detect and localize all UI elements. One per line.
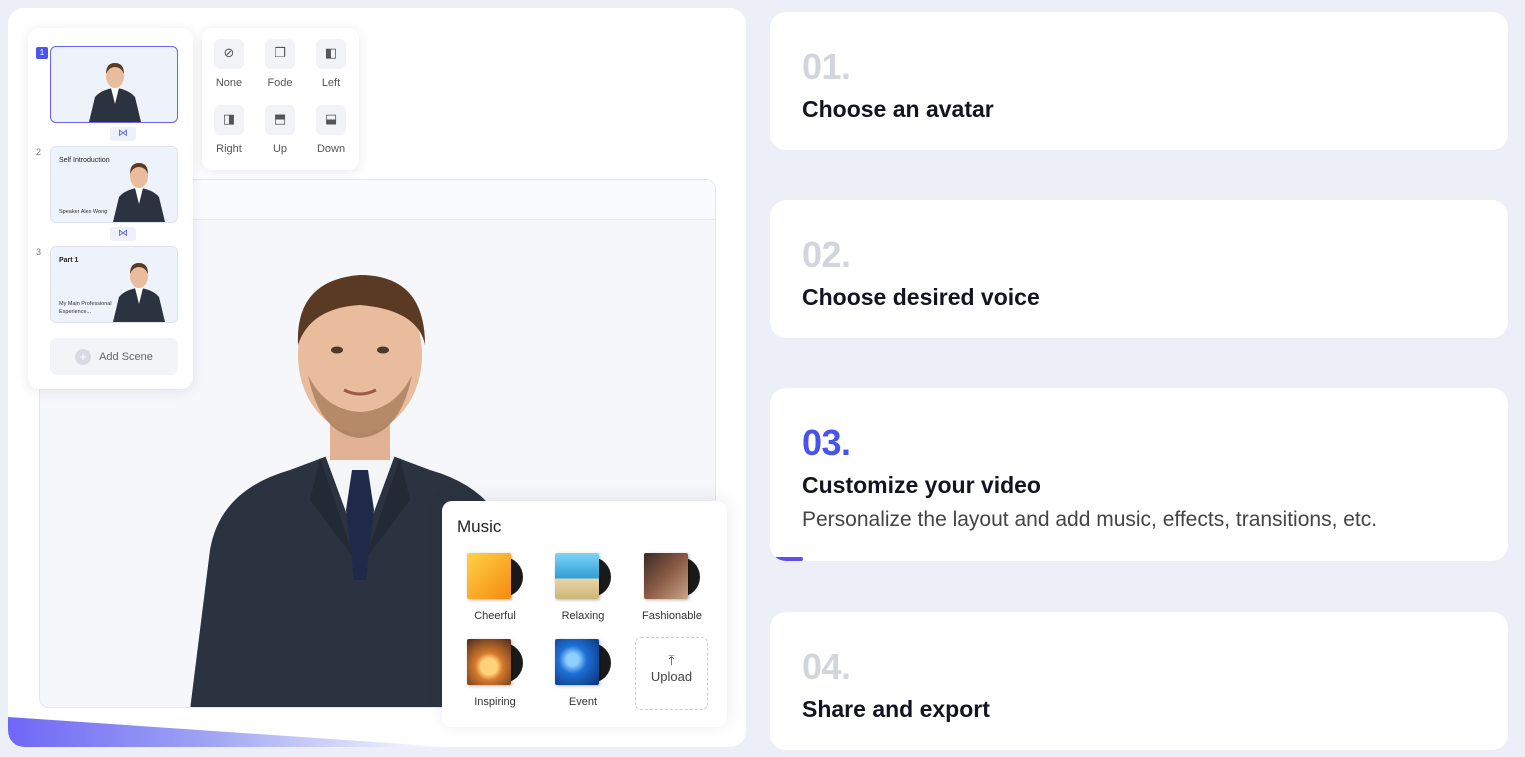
slide-down-icon: ⬓ — [316, 105, 346, 135]
step-card-3[interactable]: 03. Customize your video Personalize the… — [770, 388, 1508, 561]
cover-image — [467, 639, 511, 685]
transition-left[interactable]: ◧ Left — [308, 39, 354, 89]
transition-bowtie-icon[interactable]: ⋈ — [110, 127, 136, 141]
decorative-accent-wave — [8, 717, 448, 747]
slide-left-icon: ◧ — [316, 39, 346, 69]
upload-icon: ⤒ — [668, 652, 675, 668]
scene-subtitle: My Main Professional Experience... — [59, 301, 112, 315]
slide-up-icon: ⬒ — [265, 105, 295, 135]
scene-thumbnail-1[interactable] — [50, 46, 178, 123]
add-scene-label: Add Scene — [99, 350, 153, 363]
music-panel: Music Cheerful Relaxing Fashionable Insp… — [442, 501, 727, 727]
cover-image — [555, 553, 599, 599]
music-track-label: Inspiring — [474, 696, 516, 708]
scene-number: 3 — [36, 247, 42, 257]
scenes-panel: 1 ⋈ 2 Self Introduction Speaker Alex Won… — [28, 28, 193, 389]
scene-thumbnail-2[interactable]: Self Introduction Speaker Alex Wong — [50, 146, 178, 223]
music-track-fashionable[interactable]: Fashionable — [634, 553, 710, 622]
step-card-4[interactable]: 04. Share and export — [770, 612, 1508, 750]
music-track-label: Event — [568, 696, 598, 708]
music-cover-art — [555, 553, 611, 601]
transition-label: Right — [216, 143, 242, 155]
transitions-panel: ⊘ None ❐ Fode ◧ Left ◨ Right ⬒ Up ⬓ Down — [202, 28, 359, 170]
avatar-thumbnail — [89, 63, 141, 122]
step-number: 01. — [802, 46, 851, 87]
music-cover-art — [467, 553, 523, 601]
transition-bowtie-icon[interactable]: ⋈ — [110, 227, 136, 241]
music-track-label: Cheerful — [474, 610, 516, 622]
none-circle-icon: ⊘ — [214, 39, 244, 69]
transition-down[interactable]: ⬓ Down — [308, 105, 354, 155]
transition-none[interactable]: ⊘ None — [206, 39, 252, 89]
step-title: Share and export — [802, 696, 990, 722]
cover-image — [467, 553, 511, 599]
music-track-relaxing[interactable]: Relaxing — [545, 553, 621, 622]
transition-label: Fode — [267, 77, 293, 89]
music-upload-button[interactable]: ⤒ Upload — [635, 637, 708, 710]
music-track-inspiring[interactable]: Inspiring — [457, 639, 533, 708]
transition-up[interactable]: ⬒ Up — [257, 105, 303, 155]
fade-copy-icon: ❐ — [265, 39, 295, 69]
music-track-cheerful[interactable]: Cheerful — [457, 553, 533, 622]
scene-title: Self Introduction — [59, 157, 110, 164]
step-number: 03. — [802, 422, 851, 463]
transition-label: None — [215, 77, 243, 89]
scene-title: Part 1 — [59, 257, 79, 264]
scene-thumbnail-3[interactable]: Part 1 My Main Professional Experience..… — [50, 246, 178, 323]
music-track-event[interactable]: Event — [545, 639, 621, 708]
step-title: Customize your video — [802, 472, 1041, 498]
transition-label: Down — [316, 143, 346, 155]
music-cover-art — [555, 639, 611, 687]
scene-subtitle: Speaker Alex Wong — [59, 209, 108, 215]
step-card-1[interactable]: 01. Choose an avatar — [770, 12, 1508, 150]
slide-right-icon: ◨ — [214, 105, 244, 135]
upload-label: Upload — [650, 669, 693, 684]
music-cover-art — [644, 553, 700, 601]
music-cover-art — [467, 639, 523, 687]
transition-right[interactable]: ◨ Right — [206, 105, 252, 155]
transition-fade[interactable]: ❐ Fode — [257, 39, 303, 89]
step-title: Choose desired voice — [802, 284, 1040, 310]
music-track-label: Fashionable — [642, 610, 702, 622]
transition-label: Up — [272, 143, 288, 155]
plus-icon: + — [75, 348, 92, 365]
step-progress-bar — [770, 557, 804, 561]
avatar-thumbnail — [113, 163, 165, 222]
cover-image — [644, 553, 688, 599]
transition-label: Left — [321, 77, 341, 89]
add-scene-button[interactable]: + Add Scene — [50, 338, 178, 375]
step-number: 04. — [802, 646, 851, 687]
step-title: Choose an avatar — [802, 96, 994, 122]
music-panel-title: Music — [457, 517, 502, 536]
avatar-thumbnail — [113, 263, 165, 322]
step-card-2[interactable]: 02. Choose desired voice — [770, 200, 1508, 338]
cover-image — [555, 639, 599, 685]
scene-number: 2 — [36, 147, 42, 157]
scene-number: 1 — [36, 47, 48, 59]
step-description: Personalize the layout and add music, ef… — [802, 508, 1378, 531]
step-number: 02. — [802, 234, 851, 275]
music-track-label: Relaxing — [561, 610, 605, 622]
video-editor-preview: 1 ⋈ 2 Self Introduction Speaker Alex Won… — [8, 8, 746, 747]
